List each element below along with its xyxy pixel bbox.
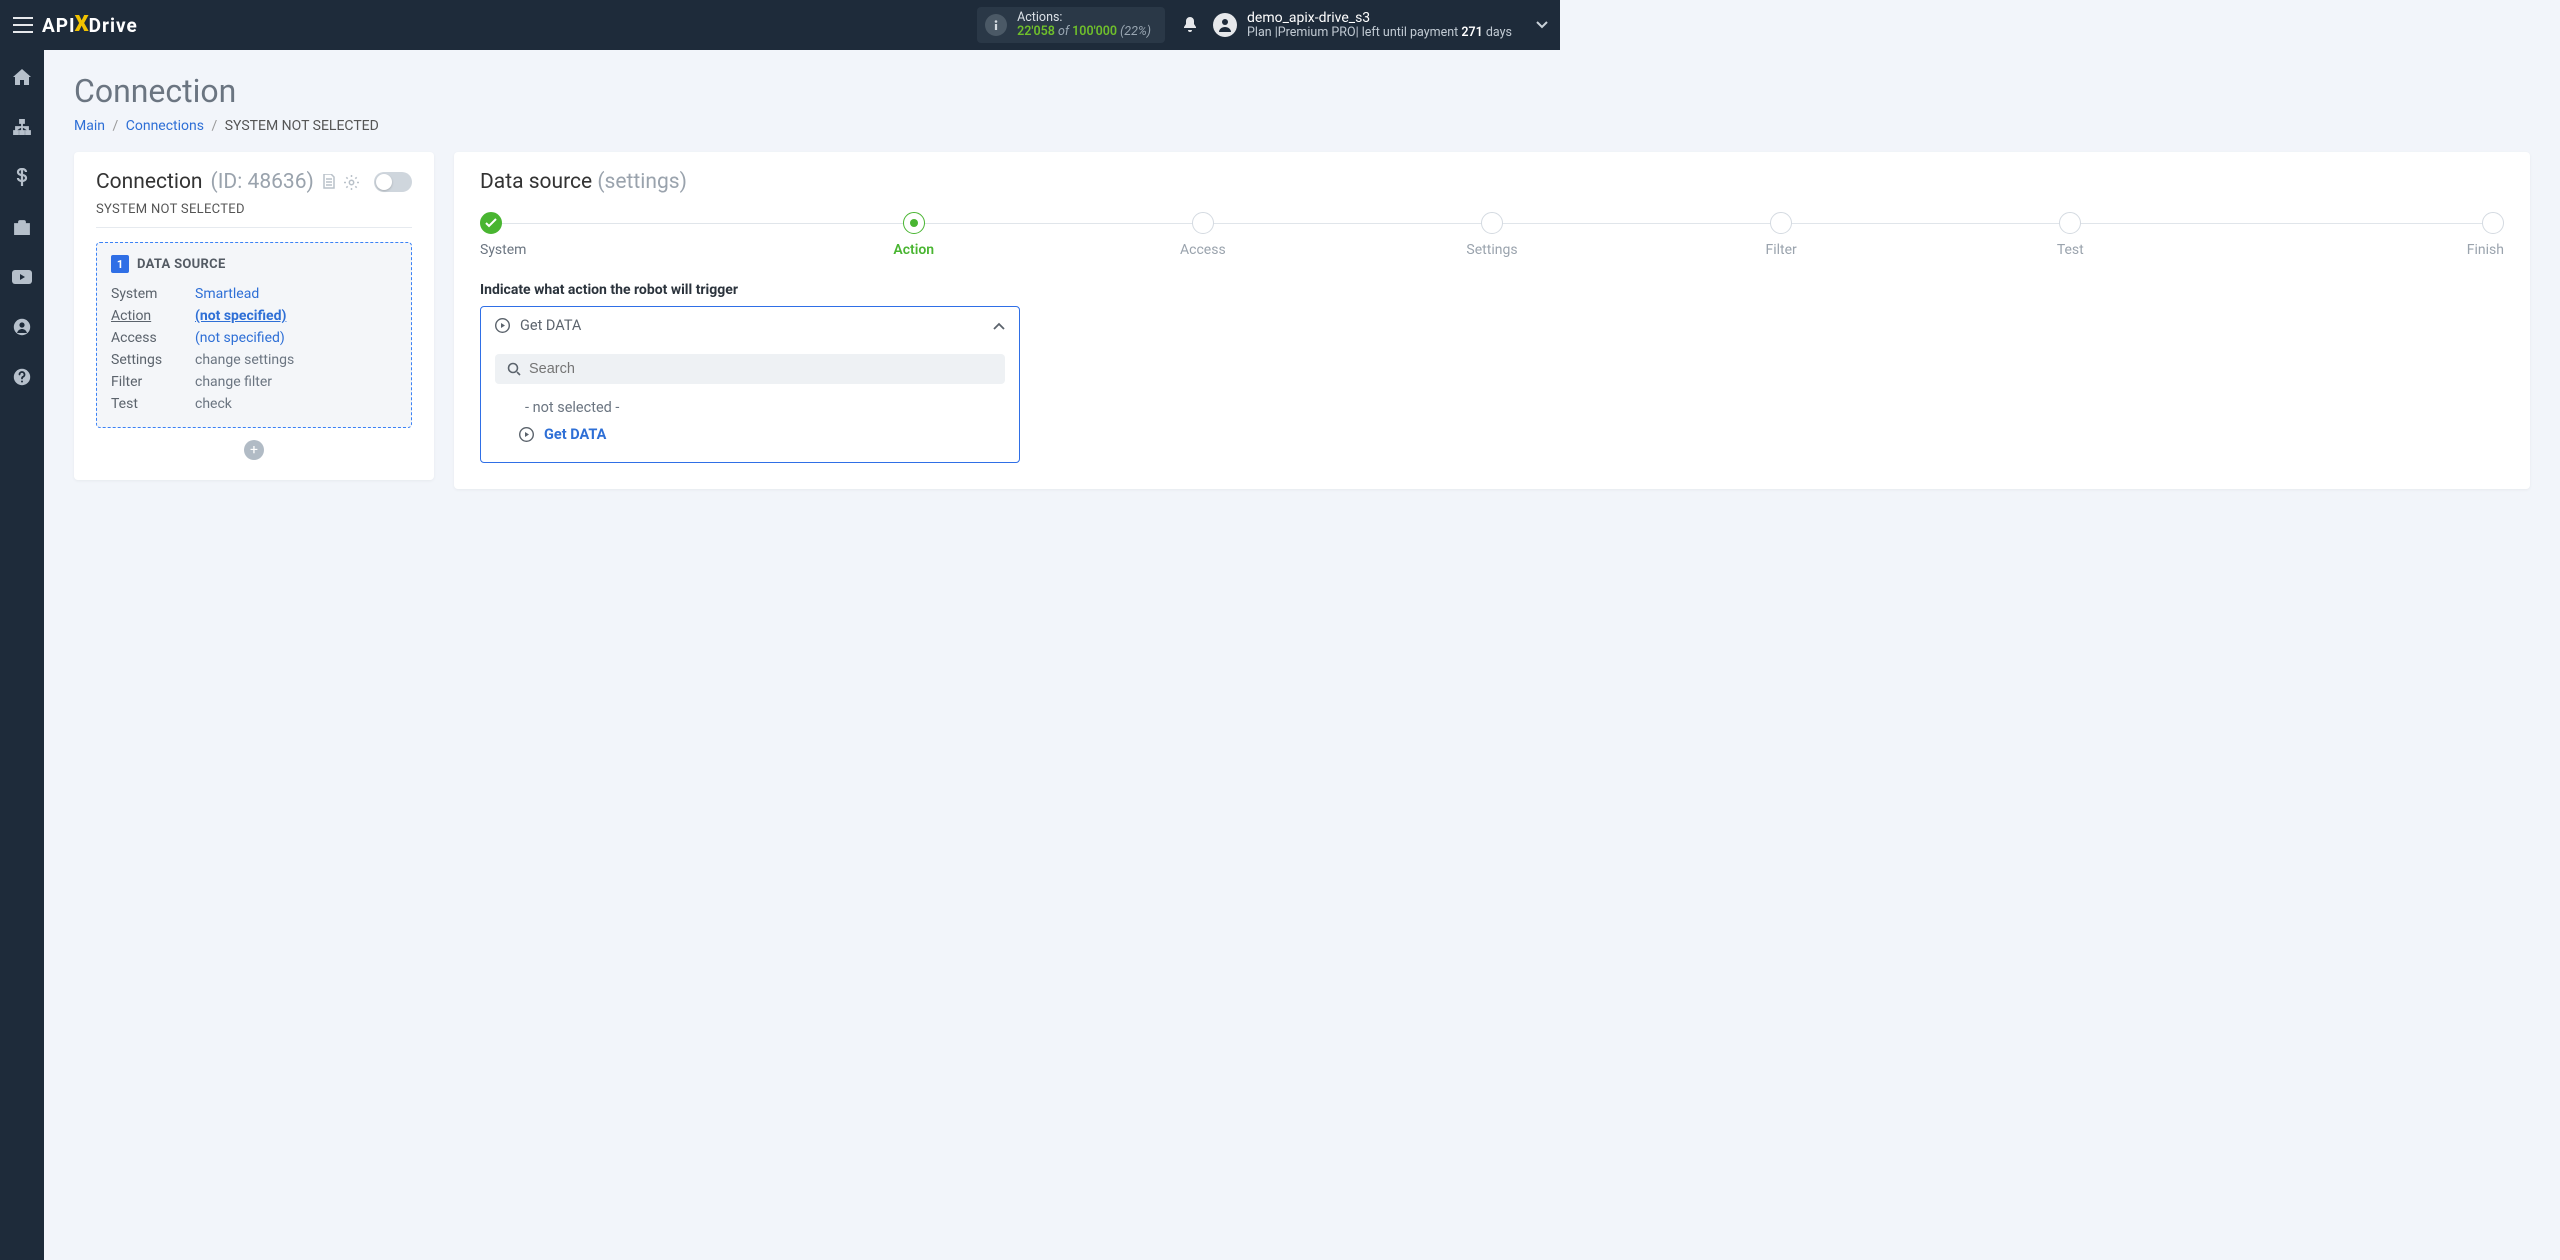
step-filter[interactable]: Filter xyxy=(1637,212,1926,258)
sidebar-item-billing[interactable] xyxy=(7,162,37,192)
actions-pct: (22%) xyxy=(1117,24,1151,39)
logo-suffix: Drive xyxy=(89,14,138,37)
user-menu[interactable]: demo_apix-drive_s3 Plan |Premium PRO| le… xyxy=(1213,10,1548,40)
copy-button[interactable] xyxy=(322,174,336,190)
avatar-icon xyxy=(1213,13,1237,37)
logo-x: X xyxy=(75,12,90,37)
option-get-data[interactable]: Get DATA xyxy=(495,421,1005,448)
user-name: demo_apix-drive_s3 xyxy=(1247,10,1512,26)
step-system[interactable]: System xyxy=(480,212,769,258)
document-icon xyxy=(322,174,336,190)
actions-of: of xyxy=(1055,24,1072,39)
panel-title: Data source (settings) xyxy=(480,170,2504,194)
connection-card: Connection (ID: 48636) SYSTEM NOT SELECT… xyxy=(74,152,434,480)
step-access[interactable]: Access xyxy=(1058,212,1347,258)
sidebar xyxy=(0,50,44,1260)
row-test: Test check xyxy=(111,393,397,415)
link-settings[interactable]: change settings xyxy=(195,352,294,368)
connection-subtitle: SYSTEM NOT SELECTED xyxy=(96,202,412,228)
sidebar-item-help[interactable] xyxy=(7,362,37,392)
dropdown-selected: Get DATA xyxy=(520,317,983,334)
info-icon xyxy=(985,14,1007,36)
check-icon xyxy=(485,218,497,228)
data-source-panel: Data source (settings) System Action Acc… xyxy=(454,152,2530,489)
row-access: Access (not specified) xyxy=(111,327,397,349)
actions-counter[interactable]: Actions: 22'058 of 100'000 (22%) xyxy=(977,7,1165,44)
play-icon xyxy=(495,318,510,333)
actions-count: 22'058 xyxy=(1017,24,1055,39)
row-action: Action (not specified) xyxy=(111,305,397,327)
gear-icon xyxy=(344,175,359,190)
bell-icon xyxy=(1182,16,1198,34)
breadcrumb: Main / Connections / SYSTEM NOT SELECTED xyxy=(74,118,2530,134)
youtube-icon xyxy=(12,270,32,284)
question-icon xyxy=(13,368,31,386)
hamburger-button[interactable] xyxy=(8,10,38,40)
play-icon xyxy=(519,427,534,442)
link-filter[interactable]: change filter xyxy=(195,374,272,390)
row-filter: Filter change filter xyxy=(111,371,397,393)
chevron-down-icon xyxy=(1536,21,1548,29)
connection-title: Connection xyxy=(96,170,203,194)
main-content: Connection Main / Connections / SYSTEM N… xyxy=(44,50,2560,1260)
link-system[interactable]: Smartlead xyxy=(195,286,259,302)
enable-toggle[interactable] xyxy=(374,172,412,192)
search-input[interactable] xyxy=(529,361,993,377)
breadcrumb-main[interactable]: Main xyxy=(74,118,105,134)
step-finish[interactable]: Finish xyxy=(2215,212,2504,258)
logo-prefix: API xyxy=(42,14,76,37)
step-action[interactable]: Action xyxy=(769,212,1058,258)
step-settings[interactable]: Settings xyxy=(1347,212,1636,258)
option-not-selected[interactable]: - not selected - xyxy=(495,394,1005,421)
hamburger-icon xyxy=(13,17,33,33)
breadcrumb-current: SYSTEM NOT SELECTED xyxy=(225,118,379,134)
breadcrumb-connections[interactable]: Connections xyxy=(126,118,204,134)
sidebar-item-sitemap[interactable] xyxy=(7,112,37,142)
sidebar-item-account[interactable] xyxy=(7,312,37,342)
sitemap-icon xyxy=(13,119,31,135)
chevron-up-icon xyxy=(993,322,1005,330)
sidebar-item-video[interactable] xyxy=(7,262,37,292)
datasource-title: DATA SOURCE xyxy=(137,257,226,272)
row-system: System Smartlead xyxy=(111,283,397,305)
home-icon xyxy=(13,69,31,85)
connection-id: (ID: 48636) xyxy=(211,170,314,194)
datasource-badge: 1 xyxy=(111,255,129,273)
sidebar-item-home[interactable] xyxy=(7,62,37,92)
link-test[interactable]: check xyxy=(195,396,232,412)
dropdown-search[interactable] xyxy=(495,354,1005,384)
stepper: System Action Access Settings Fil xyxy=(480,212,2504,258)
step-test[interactable]: Test xyxy=(1926,212,2215,258)
add-step-button[interactable]: + xyxy=(244,440,264,460)
dollar-icon xyxy=(16,168,28,186)
action-dropdown: Get DATA - not selected - xyxy=(480,306,1020,463)
topbar: API X Drive Actions: 22'058 of 100'000 (… xyxy=(0,0,1560,50)
page-title: Connection xyxy=(74,72,2530,110)
settings-button[interactable] xyxy=(344,175,359,190)
search-icon xyxy=(507,362,521,376)
user-plan: Plan |Premium PRO| left until payment 27… xyxy=(1247,26,1512,40)
row-settings: Settings change settings xyxy=(111,349,397,371)
user-circle-icon xyxy=(13,318,31,336)
logo[interactable]: API X Drive xyxy=(42,13,138,38)
actions-limit: 100'000 xyxy=(1072,24,1117,39)
briefcase-icon xyxy=(13,220,31,235)
sidebar-item-briefcase[interactable] xyxy=(7,212,37,242)
notifications-button[interactable] xyxy=(1175,10,1205,40)
action-field-label: Indicate what action the robot will trig… xyxy=(480,282,2504,298)
datasource-box: 1 DATA SOURCE System Smartlead Action (n… xyxy=(96,242,412,428)
link-action[interactable]: (not specified) xyxy=(195,308,286,324)
link-access[interactable]: (not specified) xyxy=(195,330,285,346)
dropdown-toggle[interactable]: Get DATA xyxy=(481,307,1019,344)
actions-label: Actions: xyxy=(1017,11,1151,25)
